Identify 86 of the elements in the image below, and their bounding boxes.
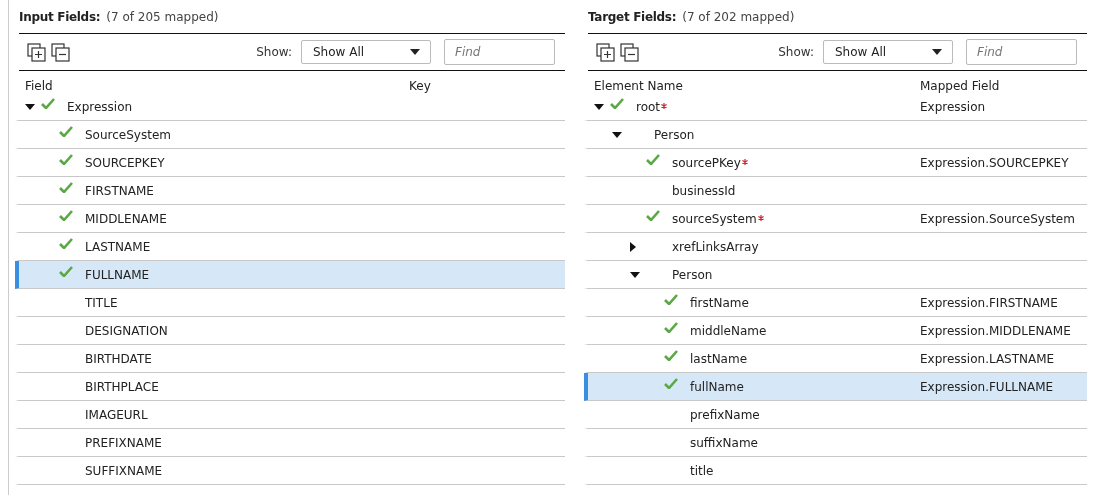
expand-all-icon[interactable]: [27, 42, 46, 62]
field-name: IMAGEURL: [85, 407, 148, 422]
caret-icon: [932, 49, 942, 55]
mapped-field-value: Expression.SOURCEPKEY: [920, 155, 1069, 170]
collapse-all-icon[interactable]: [620, 42, 639, 62]
field-name: TITLE: [85, 295, 118, 310]
tree-row[interactable]: FULLNAME: [15, 261, 565, 289]
field-name: FIRSTNAME: [85, 183, 154, 198]
tree-row[interactable]: DESIGNATION: [15, 317, 565, 345]
show-label: Show:: [778, 45, 814, 59]
mapped-field-value: Expression: [920, 99, 986, 114]
column-header: Mapped Field: [920, 79, 1000, 93]
field-name: title: [690, 463, 714, 478]
tree-row[interactable]: BIRTHPLACE: [15, 373, 565, 401]
field-name: suffixName: [690, 435, 758, 450]
mapped-field-value: Expression.FIRSTNAME: [920, 295, 1058, 310]
field-name: PREFIXNAME: [85, 435, 162, 450]
tree-row[interactable]: xrefLinksArray: [584, 233, 1087, 261]
tree-row[interactable]: PREFIXNAME: [15, 429, 565, 457]
panel-title: Input Fields:: [19, 9, 101, 24]
expanded-caret-icon[interactable]: [612, 131, 622, 138]
tree-row[interactable]: IMAGEURL: [15, 401, 565, 429]
expand-all-icon[interactable]: [596, 42, 615, 62]
field-name: BIRTHPLACE: [85, 379, 159, 394]
tree-row[interactable]: suffixName: [584, 429, 1087, 457]
tree-row[interactable]: root Expression: [584, 93, 1087, 121]
mapped-field-value: Expression.FULLNAME: [920, 379, 1054, 394]
field-name: sourcePKey: [672, 155, 741, 170]
field-name: middleName: [690, 323, 767, 338]
collapse-all-icon[interactable]: [51, 42, 70, 62]
caret-icon: [410, 49, 420, 55]
field-name: DESIGNATION: [85, 323, 168, 338]
field-name: xrefLinksArray: [672, 239, 759, 254]
field-name: fullName: [690, 379, 744, 394]
mapped-field-value: Expression.SourceSystem: [920, 211, 1075, 226]
show-dropdown[interactable]: Show All: [301, 40, 431, 64]
column-header: Field: [25, 79, 54, 93]
field-name: firstName: [690, 295, 749, 310]
mapped-count: (7 of 202 mapped): [682, 9, 795, 24]
tree-row[interactable]: BIRTHDATE: [15, 345, 565, 373]
mapped-field-value: Expression.MIDDLENAME: [920, 323, 1071, 338]
panel-title: Target Fields:: [588, 9, 677, 24]
field-name: Person: [672, 267, 713, 282]
tree-row[interactable]: Expression: [15, 93, 565, 121]
field-name: BIRTHDATE: [85, 351, 152, 366]
field-name: Person: [654, 127, 695, 142]
mapped-field-value: Expression.LASTNAME: [920, 351, 1055, 366]
field-name: SUFFIXNAME: [85, 463, 163, 478]
field-name: businessId: [672, 183, 736, 198]
field-name: prefixName: [690, 407, 760, 422]
field-name: root: [636, 99, 661, 114]
field-name: sourceSystem: [672, 211, 757, 226]
field-name: SOURCEPKEY: [85, 155, 165, 170]
tree-row[interactable]: prefixName: [584, 401, 1087, 429]
tree-row[interactable]: Person: [584, 121, 1087, 149]
find-field[interactable]: Find: [966, 39, 1077, 65]
tree-row[interactable]: SourceSystem: [15, 121, 565, 149]
tree-row[interactable]: sourcePKey Expression.SOURCEPKEY: [584, 149, 1087, 177]
tree-row[interactable]: SOURCEPKEY: [15, 149, 565, 177]
field-name: Expression: [67, 99, 133, 114]
field-name: MIDDLENAME: [85, 211, 167, 226]
field-name: LASTNAME: [85, 239, 151, 254]
tree-row[interactable]: middleName Expression.MIDDLENAME: [584, 317, 1087, 345]
expanded-caret-icon[interactable]: [594, 103, 604, 110]
field-name: SourceSystem: [85, 127, 171, 142]
column-header: Key: [409, 79, 431, 93]
find-field[interactable]: Find: [444, 39, 555, 65]
show-label: Show:: [256, 45, 292, 59]
tree-row[interactable]: FIRSTNAME: [15, 177, 565, 205]
column-header: Element Name: [594, 79, 684, 93]
show-dropdown[interactable]: Show All: [823, 40, 953, 64]
tree-row[interactable]: fullName Expression.FULLNAME: [584, 373, 1087, 401]
tree-row[interactable]: Person: [584, 261, 1087, 289]
field-name: FULLNAME: [85, 267, 150, 282]
expanded-caret-icon[interactable]: [630, 271, 640, 278]
tree-row[interactable]: sourceSystem Expression.SourceSystem: [584, 205, 1087, 233]
tree-row[interactable]: title: [584, 457, 1087, 485]
expanded-caret-icon[interactable]: [25, 103, 35, 110]
mapped-count: (7 of 205 mapped): [106, 9, 219, 24]
tree-row[interactable]: firstName Expression.FIRSTNAME: [584, 289, 1087, 317]
field-name: lastName: [690, 351, 748, 366]
collapsed-caret-icon[interactable]: [630, 241, 636, 252]
tree-row[interactable]: TITLE: [15, 289, 565, 317]
tree-row[interactable]: businessId: [584, 177, 1087, 205]
tree-row[interactable]: MIDDLENAME: [15, 205, 565, 233]
tree-row[interactable]: SUFFIXNAME: [15, 457, 565, 485]
